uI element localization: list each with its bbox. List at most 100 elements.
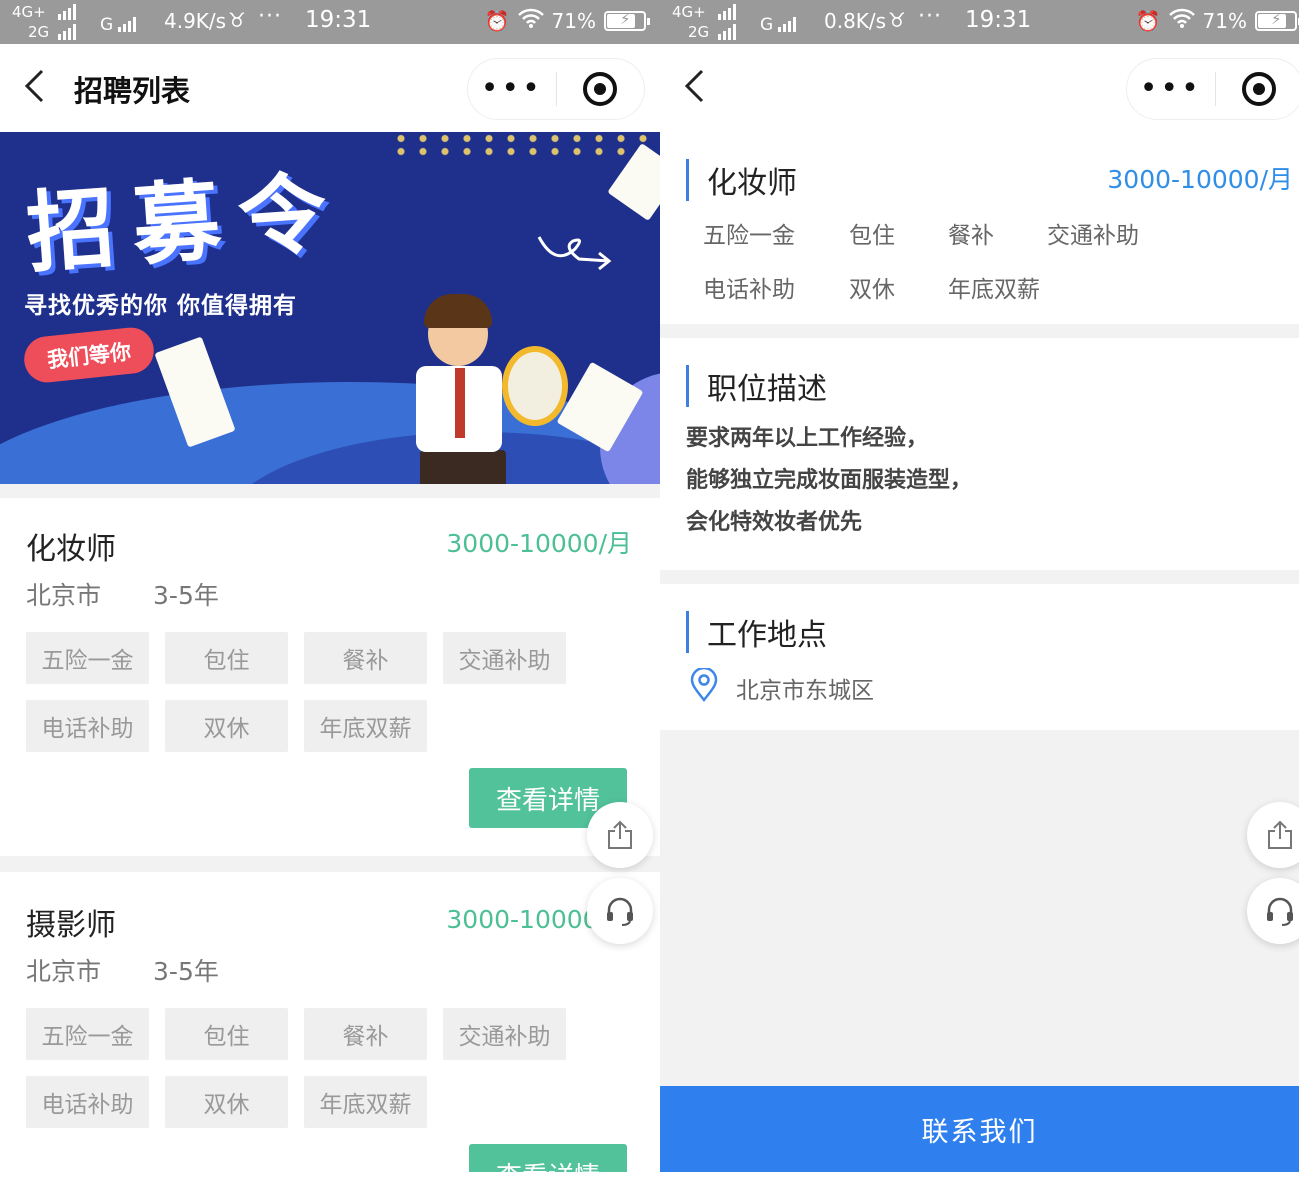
signal-icon xyxy=(58,24,76,40)
benefit-tag: 餐补 xyxy=(304,632,427,684)
app-notification-icon: ♉ xyxy=(888,8,906,32)
job-experience: 3-5年 xyxy=(153,581,219,610)
signal-icon xyxy=(718,4,736,20)
back-arrow-icon[interactable] xyxy=(22,68,46,111)
mini-program-capsule: ••• xyxy=(467,58,645,120)
benefit-tag: 年底双薪 xyxy=(948,277,1040,303)
page-title: 招聘列表 xyxy=(74,74,191,108)
status-right: ⏰ 71% ⚡ xyxy=(1135,8,1299,33)
job-title: 化妆师 xyxy=(707,166,797,201)
contact-us-button[interactable]: 联系我们 xyxy=(660,1086,1299,1172)
nav-bar: 招聘列表 ••• xyxy=(0,44,660,132)
job-meta: 北京市 3-5年 xyxy=(26,952,219,988)
wifi-icon xyxy=(1168,8,1195,33)
headset-icon[interactable] xyxy=(1247,878,1299,944)
job-card: 摄影师 3000-10000/月 北京市 3-5年 五险一金 包住 餐补 交通补… xyxy=(0,872,660,1172)
benefit-tag: 年底双薪 xyxy=(304,1076,427,1128)
benefit-tag: 交通补助 xyxy=(1047,223,1139,249)
signal-icon xyxy=(778,16,796,32)
battery-icon: ⚡ xyxy=(604,10,650,31)
alarm-icon: ⏰ xyxy=(484,8,510,33)
job-card: 化妆师 3000-10000/月 北京市 3-5年 五险一金 包住 餐补 交通补… xyxy=(0,498,660,856)
bottom-edge xyxy=(660,1172,1299,1181)
view-details-button[interactable]: 查看详情 xyxy=(469,1144,627,1172)
job-meta: 北京市 3-5年 xyxy=(26,576,219,612)
section-title: 工作地点 xyxy=(707,618,827,653)
banner-dots-decoration xyxy=(390,132,660,158)
carrier-label: G xyxy=(100,15,114,35)
network-type: 4G+ 2G xyxy=(672,3,709,41)
benefit-tag: 双休 xyxy=(165,700,288,752)
network-2g-label: 2G xyxy=(688,23,710,41)
bottom-edge xyxy=(0,1172,660,1181)
nav-bar: ••• xyxy=(660,44,1299,132)
job-description: 要求两年以上工作经验， 能够独立完成妆面服装造型， 会化特效妆者优先 xyxy=(686,418,972,544)
banner-title: 招募令 xyxy=(23,159,348,285)
benefit-tag: 五险一金 xyxy=(703,223,795,249)
benefit-tag: 交通补助 xyxy=(443,1008,566,1060)
network-type: 4G+ 2G xyxy=(12,3,49,41)
network-speed: 0.8K/s xyxy=(824,9,887,33)
job-salary: 3000-10000/月 xyxy=(446,529,632,558)
wifi-icon xyxy=(517,8,544,33)
job-detail-screen: 4G+ 2G G 0.8K/s ♉ ··· 19:31 ⏰ 71% ⚡ ••• xyxy=(660,0,1299,1181)
benefit-tag: 双休 xyxy=(165,1076,288,1128)
megaphone-man-illustration xyxy=(380,282,570,484)
description-line: 要求两年以上工作经验， xyxy=(686,426,929,451)
job-experience: 3-5年 xyxy=(153,957,219,986)
more-dots-icon[interactable]: ••• xyxy=(1127,74,1215,104)
job-list-screen: 4G+ 2G G 4.9K/s ♉ ··· 19:31 ⏰ 71% ⚡ 招聘列表… xyxy=(0,0,660,1181)
app-notification-icon: ♉ xyxy=(228,8,246,32)
banner-subtitle: 寻找优秀的你 你值得拥有 xyxy=(24,293,298,319)
battery-percent: 71% xyxy=(1202,8,1247,33)
more-notifications: ··· xyxy=(258,4,282,29)
job-title-heading: 化妆师 xyxy=(686,158,797,202)
more-dots-icon[interactable]: ••• xyxy=(468,74,556,104)
recruitment-banner[interactable]: 招募令 寻找优秀的你 你值得拥有 我们等你 xyxy=(0,132,660,484)
share-icon[interactable] xyxy=(587,802,653,868)
battery-icon: ⚡ xyxy=(1255,10,1299,31)
card-divider xyxy=(0,856,660,872)
network-4g-label: 4G+ xyxy=(672,3,706,21)
benefit-tags: 五险一金 包住 餐补 交通补助 电话补助 双休 年底双薪 xyxy=(26,632,566,752)
benefit-tag: 电话补助 xyxy=(703,277,795,303)
benefit-tag: 餐补 xyxy=(304,1008,427,1060)
network-speed: 4.9K/s xyxy=(164,9,227,33)
target-record-icon[interactable] xyxy=(557,72,645,106)
benefit-tag: 包住 xyxy=(165,632,288,684)
job-title: 化妆师 xyxy=(26,532,116,567)
carrier-label: G xyxy=(760,15,774,35)
description-heading: 职位描述 xyxy=(686,364,827,408)
signal-icon xyxy=(118,16,136,32)
job-city: 北京市 xyxy=(26,581,102,610)
accent-bar xyxy=(686,365,689,407)
benefit-tag: 年底双薪 xyxy=(304,700,427,752)
battery-percent: 71% xyxy=(551,8,596,33)
card-divider xyxy=(0,484,660,498)
work-address: 北京市东城区 xyxy=(690,666,874,708)
description-line: 能够独立完成妆面服装造型， xyxy=(686,468,973,493)
swirl-arrow-icon xyxy=(537,236,612,271)
benefit-tag: 五险一金 xyxy=(26,1008,149,1060)
status-right: ⏰ 71% ⚡ xyxy=(484,8,650,33)
benefit-tag: 五险一金 xyxy=(26,632,149,684)
location-heading: 工作地点 xyxy=(686,610,827,654)
benefit-tags: 五险一金 包住 餐补 交通补助 电话补助 双休 年底双薪 xyxy=(26,1008,566,1128)
benefit-tag: 电话补助 xyxy=(26,700,149,752)
signal-icon xyxy=(58,4,76,20)
signal-icon xyxy=(718,24,736,40)
section-title: 职位描述 xyxy=(707,372,827,407)
headset-icon[interactable] xyxy=(587,878,653,944)
benefit-tag: 包住 xyxy=(165,1008,288,1060)
work-location-section xyxy=(660,584,1299,730)
address-text: 北京市东城区 xyxy=(736,678,874,704)
benefit-tag: 电话补助 xyxy=(26,1076,149,1128)
alarm-icon: ⏰ xyxy=(1135,8,1161,33)
target-record-icon[interactable] xyxy=(1216,72,1299,106)
benefit-tag: 双休 xyxy=(849,277,895,303)
benefit-tag: 包住 xyxy=(849,223,895,249)
job-salary: 3000-10000/月 xyxy=(1107,165,1293,194)
accent-bar xyxy=(686,611,689,653)
share-icon[interactable] xyxy=(1247,802,1299,868)
back-arrow-icon[interactable] xyxy=(682,68,706,111)
